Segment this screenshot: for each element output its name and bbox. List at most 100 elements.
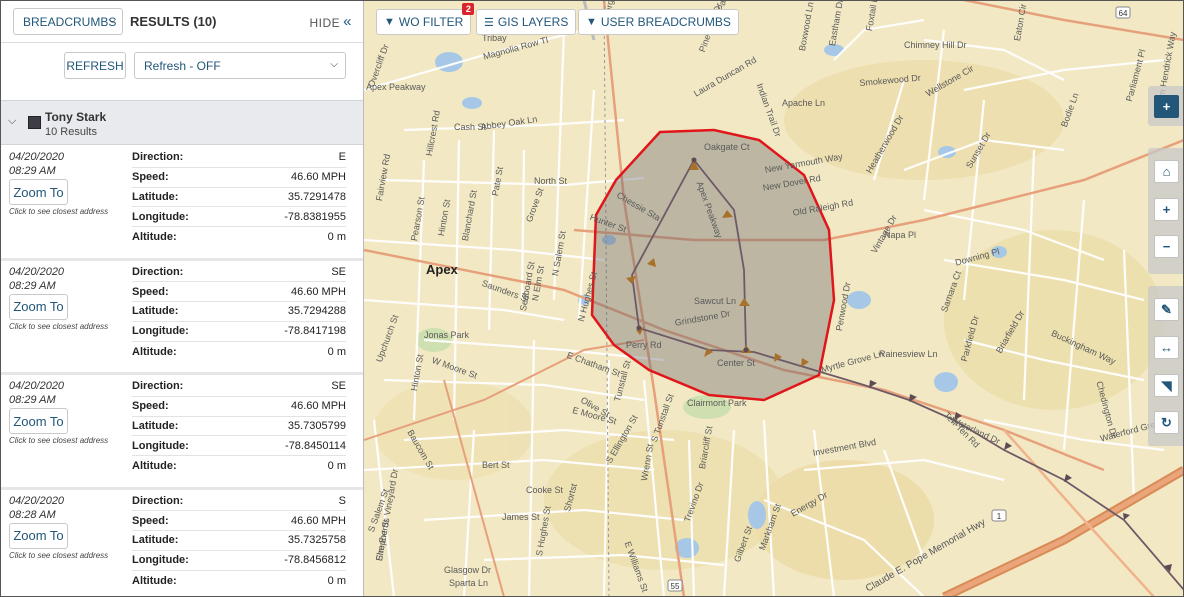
results-count-label: RESULTS (10) [130, 14, 217, 29]
hide-label: HIDE [309, 16, 341, 30]
field-row-longitude: Longitude: -78.8417198 [132, 322, 346, 342]
field-label-altitude: Altitude: [132, 231, 177, 244]
user-name: Tony Stark [45, 110, 107, 124]
refresh-icon[interactable]: ↻ [1154, 411, 1179, 434]
field-label-longitude: Longitude: [132, 554, 189, 567]
street-label: Clairmont Park [687, 398, 747, 408]
field-label-latitude: Latitude: [132, 419, 179, 432]
home-icon[interactable]: ⌂ [1154, 160, 1179, 183]
gis-layers-button[interactable]: ☰ GIS LAYERS [476, 9, 577, 35]
measure-icon[interactable]: ↔ [1154, 336, 1179, 359]
field-row-latitude: Latitude: 35.7305799 [132, 417, 346, 437]
drawing-tool-group: ✎ ↔ ◥ ↻ [1148, 286, 1184, 446]
field-row-speed: Speed: 46.60 MPH [132, 511, 346, 532]
svg-text:1: 1 [997, 512, 1002, 521]
field-value-speed: 46.60 MPH [290, 514, 346, 527]
field-value-latitude: 35.7294288 [287, 305, 346, 318]
closest-address-hint[interactable]: Click to see closest address [9, 207, 108, 216]
field-value-direction: E [338, 151, 346, 164]
eraser-icon[interactable]: ◥ [1154, 374, 1179, 397]
zoom-out-icon[interactable]: − [1154, 235, 1179, 258]
street-label: Rainesview Ln [879, 349, 938, 359]
field-row-direction: Direction: SE [132, 377, 346, 397]
record-time: 08:29 AM [9, 165, 56, 177]
double-chevron-left-icon: « [343, 13, 352, 30]
street-label: Oakgate Ct [704, 142, 750, 152]
street-label: North St [534, 176, 568, 186]
breadcrumbs-select[interactable]: BREADCRUMBS ⌵ [13, 8, 123, 35]
field-row-longitude: Longitude: -78.8381955 [132, 207, 346, 228]
zoom-to-button[interactable]: Zoom To [9, 179, 68, 205]
record-fields: Direction: S Speed: 46.60 MPH Latitude: 35.73… [132, 492, 346, 591]
refresh-interval-select[interactable]: Refresh - OFF ⌵ [134, 52, 346, 79]
field-row-longitude: Longitude: -78.8456812 [132, 551, 346, 571]
field-label-latitude: Latitude: [132, 190, 179, 203]
record-date: 04/20/2020 [9, 494, 65, 507]
zoom-to-button[interactable]: Zoom To [9, 522, 68, 549]
field-value-altitude: 0 m [327, 231, 346, 244]
field-value-latitude: 35.7305799 [287, 419, 346, 432]
layers-icon: ☰ [484, 16, 494, 29]
zoom-to-button[interactable]: Zoom To [9, 293, 68, 320]
hide-panel-button[interactable]: HIDE « [309, 13, 352, 31]
add-icon[interactable]: + [1154, 95, 1179, 118]
navigation-tool-group: ⌂ + − [1148, 148, 1184, 274]
field-row-longitude: Longitude: -78.8450114 [132, 436, 346, 457]
svg-text:64: 64 [1119, 9, 1128, 18]
street-label: Apache Ln [782, 98, 826, 108]
field-value-altitude: 0 m [327, 574, 346, 587]
map-view[interactable]: 1 55 64 Tribay Magnolia Row Tl Overcliff D… [364, 0, 1184, 597]
field-value-latitude: 35.7291478 [287, 190, 346, 203]
city-label: Apex [426, 262, 458, 277]
record-datetime: 04/20/2020 08:29 AM [9, 265, 64, 293]
breadcrumbs-select-label: BREADCRUMBS [23, 14, 117, 29]
chevron-down-icon[interactable]: ⌵ [8, 115, 16, 128]
street-label: Sawcut Ln [694, 296, 737, 306]
geofence-polygon[interactable] [590, 128, 836, 402]
svg-text:55: 55 [671, 582, 680, 591]
user-breadcrumbs-label: USER BREADCRUMBS [600, 15, 731, 29]
closest-address-hint[interactable]: Click to see closest address [9, 436, 108, 445]
field-value-altitude: 0 m [327, 460, 346, 473]
street-label: Jonas Park [424, 330, 470, 340]
closest-address-hint[interactable]: Click to see closest address [9, 551, 108, 560]
street-label: Perry Rd [626, 340, 662, 350]
refresh-button[interactable]: REFRESH [64, 52, 126, 79]
street-label: Center St [717, 358, 756, 368]
user-result-count: 10 Results [45, 126, 97, 138]
record-time: 08:28 AM [9, 508, 56, 521]
field-value-latitude: 35.7325758 [287, 534, 346, 547]
draw-icon[interactable]: ✎ [1154, 298, 1179, 321]
wo-filter-button[interactable]: ▼ WO FILTER 2 [376, 3, 475, 35]
results-panel: BREADCRUMBS ⌵ RESULTS (10) HIDE « REFRESH… [0, 0, 364, 597]
field-row-speed: Speed: 46.60 MPH [132, 397, 346, 417]
zoom-in-icon[interactable]: + [1154, 198, 1179, 221]
field-value-longitude: -78.8381955 [284, 210, 346, 223]
field-value-direction: SE [331, 380, 346, 393]
field-value-speed: 46.60 MPH [290, 285, 346, 298]
breadcrumb-record: 04/20/2020 08:29 AM Zoom To Click to see cl… [0, 375, 363, 490]
panel-toolbar: BREADCRUMBS ⌵ RESULTS (10) HIDE « [0, 0, 363, 43]
zoom-to-button[interactable]: Zoom To [9, 408, 68, 434]
record-date: 04/20/2020 [9, 380, 65, 392]
user-group-header[interactable]: ⌵ Tony Stark 10 Results [0, 100, 363, 145]
field-row-direction: Direction: SE [132, 263, 346, 283]
field-row-latitude: Latitude: 35.7294288 [132, 302, 346, 322]
street-label: Chimney Hill Dr [904, 40, 967, 50]
record-time: 08:29 AM [9, 394, 56, 406]
street-label: Bert St [482, 460, 510, 470]
record-fields: Direction: E Speed: 46.60 MPH Latitude: 35.72… [132, 148, 346, 247]
field-label-speed: Speed: [132, 400, 169, 413]
field-row-altitude: Altitude: 0 m [132, 227, 346, 247]
field-row-latitude: Latitude: 35.7291478 [132, 188, 346, 208]
closest-address-hint[interactable]: Click to see closest address [9, 322, 108, 331]
street-label: Cooke St [526, 485, 564, 495]
breadcrumb-record: 04/20/2020 08:28 AM Zoom To Click to see cl… [0, 490, 363, 597]
field-value-altitude: 0 m [327, 345, 346, 358]
record-time: 08:29 AM [9, 279, 56, 292]
field-row-altitude: Altitude: 0 m [132, 342, 346, 362]
field-label-latitude: Latitude: [132, 534, 179, 547]
user-breadcrumbs-button[interactable]: ▼ USER BREADCRUMBS [578, 9, 739, 35]
user-color-swatch [28, 116, 41, 129]
field-label-altitude: Altitude: [132, 345, 177, 358]
